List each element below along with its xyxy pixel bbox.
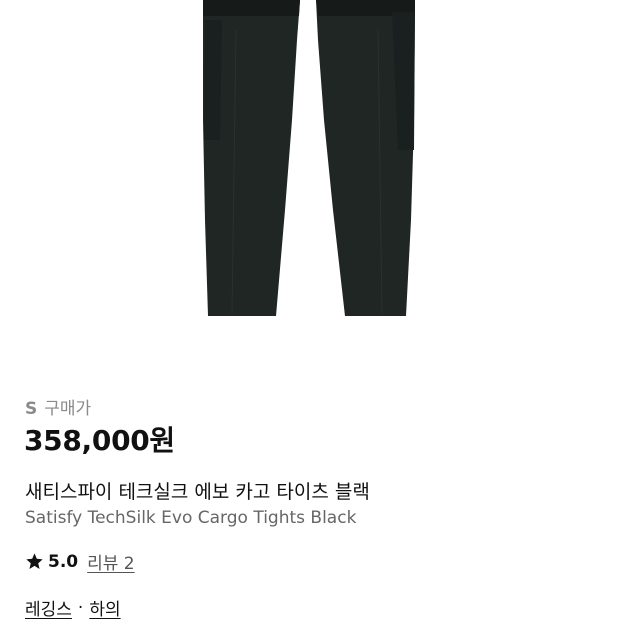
star-icon: [26, 553, 43, 570]
product-name-korean: 새티스파이 테크실크 에보 카고 타이츠 블랙: [25, 481, 370, 503]
category-separator: ·: [77, 597, 84, 618]
rating-row: 5.0 리뷰 2: [25, 549, 135, 574]
category-link-leggings[interactable]: 레깅스: [25, 595, 72, 620]
tights-illustration: [203, 0, 415, 316]
price: 358,000원: [24, 424, 175, 457]
review-link[interactable]: 리뷰 2: [87, 549, 135, 574]
category-link-bottoms[interactable]: 하의: [89, 595, 120, 620]
rating-score: 5.0: [48, 551, 79, 572]
product-detail-page: S 구매가 358,000원 새티스파이 테크실크 에보 카고 타이츠 블랙 S…: [0, 0, 620, 620]
category-breadcrumb: 레깅스 · 하의: [25, 595, 121, 620]
product-image[interactable]: [0, 0, 620, 380]
product-name-english: Satisfy TechSilk Evo Cargo Tights Black: [25, 508, 357, 528]
size-price-type-row: S 구매가: [25, 394, 91, 419]
price-type-label: 구매가: [44, 399, 92, 419]
size-label: S: [25, 399, 38, 419]
